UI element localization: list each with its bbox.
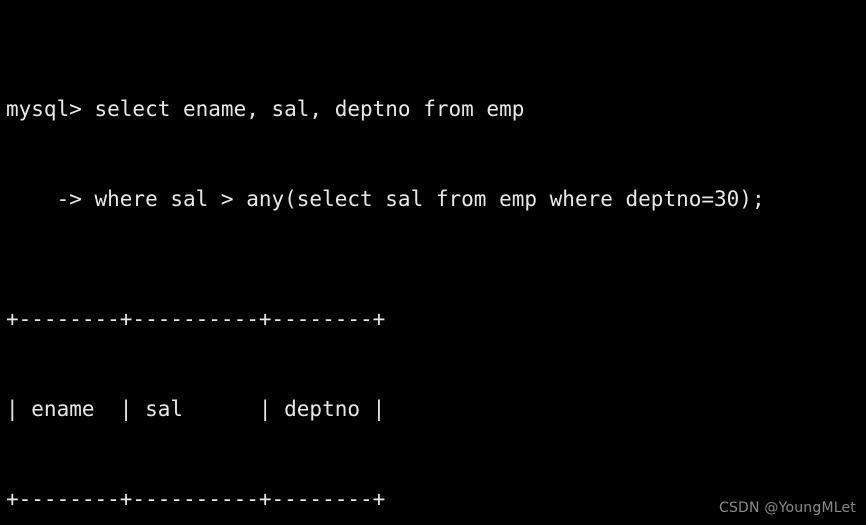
command-line-2: -> where sal > any(select sal from emp w… — [6, 187, 765, 211]
table-header-separator: +--------+----------+--------+ — [6, 487, 386, 511]
watermark: CSDN @YoungMLet — [719, 500, 856, 516]
table-top-border: +--------+----------+--------+ — [6, 307, 386, 331]
terminal-screen: mysql> select ename, sal, deptno from em… — [6, 4, 765, 525]
command-line-1: mysql> select ename, sal, deptno from em… — [6, 97, 525, 121]
table-header-row: | ename | sal | deptno | — [6, 397, 386, 421]
terminal-window[interactable]: mysql> select ename, sal, deptno from em… — [0, 0, 866, 525]
